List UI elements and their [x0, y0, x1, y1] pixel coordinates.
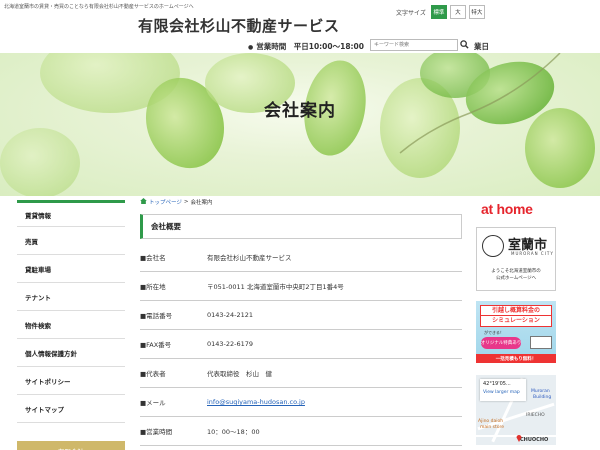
- profile-row-email: ■メール info@sugiyama-hudosan.co.jp: [140, 388, 462, 417]
- sidebar-item-sale[interactable]: 売買: [17, 227, 125, 255]
- sidebar-item-rental[interactable]: 賃貸情報: [17, 200, 125, 227]
- city-seal-icon: [482, 235, 504, 257]
- profile-key: ■代表者: [140, 370, 166, 378]
- font-size-switcher: 文字サイズ 標準 大 特大: [396, 5, 485, 19]
- map-pin-icon: [516, 427, 522, 445]
- breadcrumb-separator: >: [183, 199, 189, 205]
- right-banners: at home 室蘭市 MURORAN CITY ようこそ北海道室蘭市の 公式ホー…: [476, 196, 556, 445]
- profile-key: ■FAX番号: [140, 341, 172, 349]
- bullet-icon: ●: [248, 44, 254, 51]
- sidebar-item-property-search[interactable]: 物件検索: [17, 311, 125, 339]
- search-box: [370, 38, 472, 51]
- profile-row-company: ■会社名 有限会社杉山不動産サービス: [140, 243, 462, 272]
- muroran-desc-line2: 公式ホームページへ: [495, 276, 537, 281]
- map-coordinates: 42°19'05...: [483, 381, 511, 387]
- athome-banner[interactable]: at home: [476, 196, 556, 222]
- truck-icon: [530, 336, 552, 349]
- muroran-desc-line1: ようこそ北海道室蘭市の: [491, 269, 541, 274]
- leaf-background-image: [0, 53, 595, 196]
- view-larger-map-link[interactable]: View larger map: [483, 390, 523, 395]
- site-tagline: 北海道室蘭市の賃貸・売買のことなら有限会社杉山不動産サービスのホームページへ: [4, 4, 194, 10]
- muroran-desc: ようこそ北海道室蘭市の 公式ホームページへ: [477, 268, 555, 282]
- map-info-card: 42°19'05... View larger map: [480, 379, 526, 401]
- map-label: CHUOCHO: [520, 437, 549, 443]
- search-input[interactable]: [370, 38, 458, 51]
- profile-row-representative: ■代表者 代表取締役 杉山 健: [140, 359, 462, 388]
- breadcrumb-home-link[interactable]: トップページ: [149, 198, 182, 206]
- profile-value: 〒051-0011 北海道室蘭市中央町2丁目1番4号: [207, 283, 344, 291]
- profile-value: 0143-22-6179: [207, 340, 254, 348]
- page-title: 会社案内: [264, 101, 336, 121]
- sidebar-nav: 賃貸情報 売買 貸駐車場 テナント 物件検索 個人情報保護方針 サイトポリシー …: [17, 200, 125, 450]
- font-size-standard-button[interactable]: 標準: [430, 5, 447, 19]
- font-size-large-button[interactable]: 大: [449, 5, 466, 19]
- section-title: 会社概要: [140, 214, 462, 239]
- sidebar-item-site-policy[interactable]: サイトポリシー: [17, 367, 125, 395]
- profile-value: 有限会社杉山不動産サービス: [207, 254, 292, 262]
- profile-row-hours: ■営業時間 10：00～18：00: [140, 417, 462, 446]
- moving-banner-bottom: 一括見積もり無料！: [476, 354, 556, 363]
- muroran-city-banner[interactable]: 室蘭市 MURORAN CITY ようこそ北海道室蘭市の 公式ホームページへ: [476, 227, 556, 291]
- moving-banner-sub: ができる！: [484, 330, 504, 335]
- company-profile-table: ■会社名 有限会社杉山不動産サービス ■所在地 〒051-0011 北海道室蘭市中央…: [140, 243, 462, 446]
- google-map[interactable]: 42°19'05... View larger map Muroran Buil…: [476, 375, 556, 445]
- email-link[interactable]: info@sugiyama-hudosan.co.jp: [207, 398, 462, 406]
- map-label: IRIECHO: [526, 413, 545, 418]
- sidebar-item-tenant[interactable]: テナント: [17, 283, 125, 311]
- sidebar-item-privacy[interactable]: 個人情報保護方針: [17, 339, 125, 367]
- profile-key: ■メール: [140, 399, 166, 407]
- moving-banner-badge: オリジナル特典あり: [481, 337, 521, 349]
- home-icon: [140, 198, 147, 206]
- moving-simulation-banner[interactable]: 引越し概算料金の シミュレーション ができる！ オリジナル特典あり 一括見積もり…: [476, 301, 556, 363]
- font-size-xlarge-button[interactable]: 特大: [468, 5, 485, 19]
- profile-row-address: ■所在地 〒051-0011 北海道室蘭市中央町2丁目1番4号: [140, 272, 462, 301]
- search-icon[interactable]: [458, 39, 470, 51]
- holiday-label: 業日: [474, 42, 489, 51]
- profile-value: 0143-24-2121: [207, 311, 254, 319]
- profile-key: ■会社名: [140, 254, 166, 262]
- profile-value: 代表取締役 杉山 健: [207, 370, 272, 378]
- business-hours: ● 営業時間 平日10:00～18:00: [248, 41, 364, 52]
- main-content: トップページ > 会社案内 会社概要 ■会社名 有限会社杉山不動産サービス ■所在…: [140, 196, 462, 446]
- sidebar-item-sitemap[interactable]: サイトマップ: [17, 395, 125, 423]
- moving-banner-title2: シミュレーション: [480, 315, 552, 327]
- muroran-city-en: MURORAN CITY: [511, 251, 554, 256]
- business-hours-text: 営業時間 平日10:00～18:00: [256, 42, 364, 51]
- profile-key: ■電話番号: [140, 312, 173, 320]
- company-button[interactable]: 有限会社: [17, 441, 125, 450]
- breadcrumb-current: 会社案内: [190, 200, 213, 206]
- site-logo[interactable]: 有限会社杉山不動産サービス: [138, 15, 340, 36]
- hero-banner: 会社案内: [0, 53, 600, 196]
- profile-key: ■営業時間: [140, 428, 173, 436]
- profile-value: 10：00～18：00: [207, 428, 260, 436]
- font-size-label: 文字サイズ: [396, 9, 426, 17]
- profile-row-phone: ■電話番号 0143-24-2121: [140, 301, 462, 330]
- breadcrumb: トップページ > 会社案内: [140, 196, 462, 208]
- map-label: Building: [533, 395, 552, 400]
- map-label: main store: [480, 425, 505, 430]
- profile-row-fax: ■FAX番号 0143-22-6179: [140, 330, 462, 359]
- sidebar-item-parking[interactable]: 貸駐車場: [17, 255, 125, 283]
- profile-key: ■所在地: [140, 283, 166, 291]
